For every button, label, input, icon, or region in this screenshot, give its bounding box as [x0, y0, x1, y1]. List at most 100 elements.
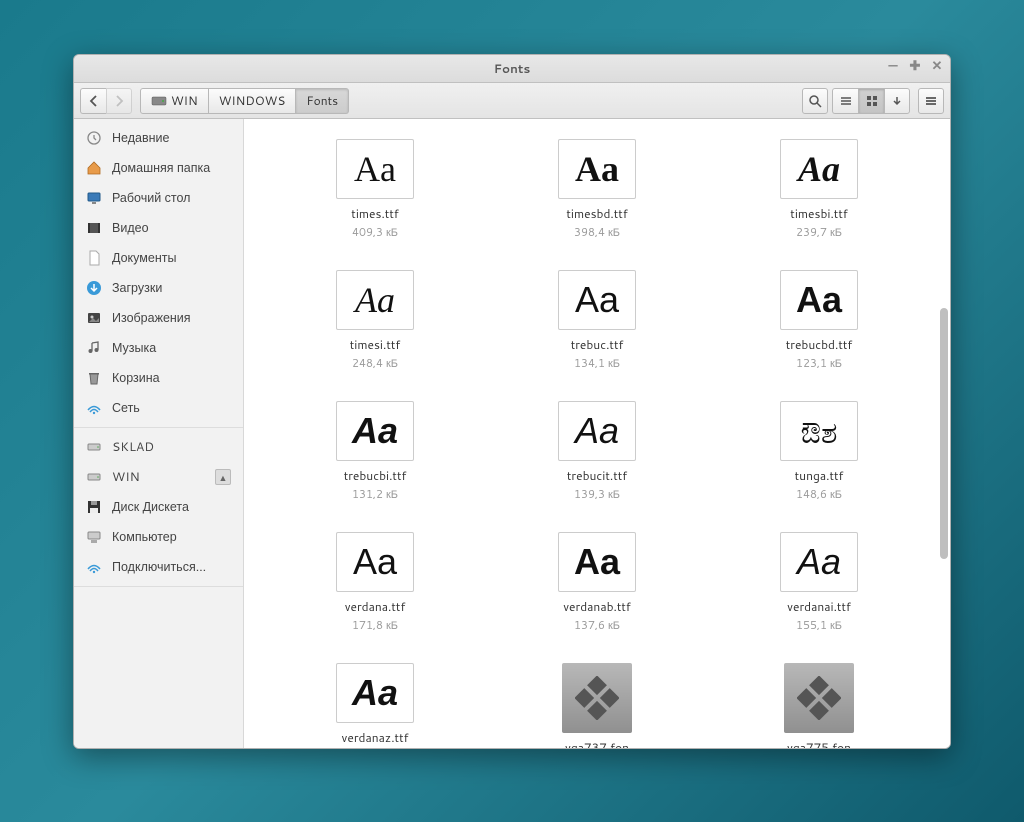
- sidebar-label: Корзина: [112, 369, 160, 387]
- titlebar[interactable]: Fonts — ✚ ✕: [74, 55, 950, 83]
- grid-view-button[interactable]: [858, 88, 884, 114]
- font-thumbnail: Aa: [336, 139, 414, 199]
- search-icon: [808, 94, 822, 108]
- font-thumbnail: Aa: [336, 270, 414, 330]
- sidebar-item-trash[interactable]: Корзина: [74, 363, 243, 393]
- fon-thumbnail: [562, 663, 632, 733]
- sidebar-label: Компьютер: [112, 528, 177, 546]
- file-name: verdanab.ttf: [563, 598, 631, 615]
- back-button[interactable]: [80, 88, 106, 114]
- window-controls: — ✚ ✕: [886, 59, 944, 73]
- clock-icon: [86, 130, 102, 146]
- file-name: tunga.ttf: [795, 467, 844, 484]
- file-size: 171,8 кБ: [352, 617, 398, 633]
- video-icon: [86, 220, 102, 236]
- font-thumbnail: Aa: [558, 139, 636, 199]
- file-name: verdanai.ttf: [787, 598, 851, 615]
- sidebar-label: Загрузки: [112, 279, 162, 297]
- file-size: 398,4 кБ: [574, 224, 620, 240]
- eject-button[interactable]: ▲: [215, 469, 231, 485]
- file-size: 134,1 кБ: [574, 355, 620, 371]
- toolbar: WIN WINDOWS Fonts: [74, 83, 950, 119]
- sidebar-label: Рабочий стол: [112, 189, 190, 207]
- sidebar-label: Документы: [112, 249, 176, 267]
- file-name: trebucbi.ttf: [344, 467, 407, 484]
- file-item[interactable]: Aatrebuc.ttf134,1 кБ: [506, 270, 688, 371]
- list-view-button[interactable]: [832, 88, 858, 114]
- file-item[interactable]: Aatrebucbi.ttf131,2 кБ: [284, 401, 466, 502]
- font-thumbnail: Aa: [336, 401, 414, 461]
- sidebar-item-image[interactable]: Изображения: [74, 303, 243, 333]
- file-name: trebucbd.ttf: [786, 336, 853, 353]
- sidebar-device-win[interactable]: WIN▲: [74, 462, 243, 492]
- sidebar-item-clock[interactable]: Недавние: [74, 123, 243, 153]
- file-item[interactable]: Aaverdanai.ttf155,1 кБ: [728, 532, 910, 633]
- image-icon: [86, 310, 102, 326]
- sidebar-device--[interactable]: Диск Дискета: [74, 492, 243, 522]
- file-item[interactable]: Aaverdanaz.ttf154,8 кБ: [284, 663, 466, 748]
- file-manager-window: Fonts — ✚ ✕ WIN WINDOWS Fonts: [73, 54, 951, 749]
- sidebar-device-sklad[interactable]: SKLAD: [74, 432, 243, 462]
- file-name: timesbd.ttf: [566, 205, 627, 222]
- file-name: verdanaz.ttf: [342, 729, 409, 746]
- file-item[interactable]: Aaverdana.ttf171,8 кБ: [284, 532, 466, 633]
- font-thumbnail: Aa: [336, 663, 414, 723]
- scrollbar[interactable]: [938, 119, 948, 748]
- file-item[interactable]: vga775.fon5,2 кБ: [728, 663, 910, 748]
- sidebar-places: НедавниеДомашняя папка Рабочий стол Видео Д…: [74, 119, 243, 428]
- close-button[interactable]: ✕: [930, 59, 944, 73]
- maximize-button[interactable]: ✚: [908, 59, 922, 73]
- sidebar-label: Подключиться…: [112, 558, 206, 576]
- sidebar-item-home[interactable]: Домашняя папка: [74, 153, 243, 183]
- sidebar-item-video[interactable]: Видео: [74, 213, 243, 243]
- sidebar-label: Изображения: [112, 309, 191, 327]
- sidebar-item-desktop[interactable]: Рабочий стол: [74, 183, 243, 213]
- nav-buttons: [80, 88, 132, 114]
- file-size: 239,7 кБ: [796, 224, 842, 240]
- file-item[interactable]: Aa timesbd.ttf 398,4 кБ: [506, 139, 688, 240]
- font-thumbnail: Aa: [558, 270, 636, 330]
- download-icon: [86, 280, 102, 296]
- music-icon: [86, 340, 102, 356]
- sidebar-item-music[interactable]: Музыка: [74, 333, 243, 363]
- file-size: 148,6 кБ: [796, 486, 842, 502]
- file-item[interactable]: Aatimesbi.ttf239,7 кБ: [728, 139, 910, 240]
- sidebar-device--[interactable]: Компьютер: [74, 522, 243, 552]
- minimize-button[interactable]: —: [886, 59, 900, 73]
- grid-icon: [865, 94, 879, 108]
- connect-icon: [86, 559, 102, 575]
- drive-icon: [86, 439, 102, 455]
- sidebar-device--[interactable]: Подключиться…: [74, 552, 243, 582]
- home-icon: [86, 160, 102, 176]
- file-item[interactable]: Aa trebucbd.ttf 123,1 кБ: [728, 270, 910, 371]
- scrollbar-thumb[interactable]: [940, 308, 948, 560]
- network-icon: [86, 400, 102, 416]
- breadcrumb-win[interactable]: WIN: [140, 88, 209, 114]
- search-button[interactable]: [802, 88, 828, 114]
- file-size: 409,3 кБ: [352, 224, 398, 240]
- file-name: verdana.ttf: [345, 598, 406, 615]
- sidebar-item-doc[interactable]: Документы: [74, 243, 243, 273]
- font-thumbnail: Aa: [780, 532, 858, 592]
- file-item[interactable]: Aaverdanab.ttf137,6 кБ: [506, 532, 688, 633]
- view-options-button[interactable]: [884, 88, 910, 114]
- sidebar-item-network[interactable]: Сеть: [74, 393, 243, 423]
- menu-button[interactable]: [918, 88, 944, 114]
- file-name: vga775.fon: [787, 739, 851, 748]
- desktop-icon: [86, 190, 102, 206]
- file-item[interactable]: ಔಶtunga.ttf148,6 кБ: [728, 401, 910, 502]
- breadcrumb: WIN WINDOWS Fonts: [140, 88, 349, 114]
- file-size: 123,1 кБ: [796, 355, 842, 371]
- font-thumbnail: Aa: [780, 270, 858, 330]
- file-name: vga737.fon: [565, 739, 629, 748]
- sidebar-devices: SKLADWIN▲Диск Дискета Компьютер Подключить…: [74, 428, 243, 587]
- file-item[interactable]: Aatimesi.ttf248,4 кБ: [284, 270, 466, 371]
- content-area[interactable]: Aatimes.ttf409,3 кБAatimesbd.ttf398,4 кБ…: [244, 119, 950, 748]
- file-item[interactable]: Aatimes.ttf409,3 кБ: [284, 139, 466, 240]
- sidebar-item-download[interactable]: Загрузки: [74, 273, 243, 303]
- forward-button[interactable]: [106, 88, 132, 114]
- file-item[interactable]: vga737.fon5,2 кБ: [506, 663, 688, 748]
- file-item[interactable]: Aatrebucit.ttf139,3 кБ: [506, 401, 688, 502]
- breadcrumb-windows[interactable]: WINDOWS: [209, 88, 297, 114]
- breadcrumb-fonts[interactable]: Fonts: [296, 88, 349, 114]
